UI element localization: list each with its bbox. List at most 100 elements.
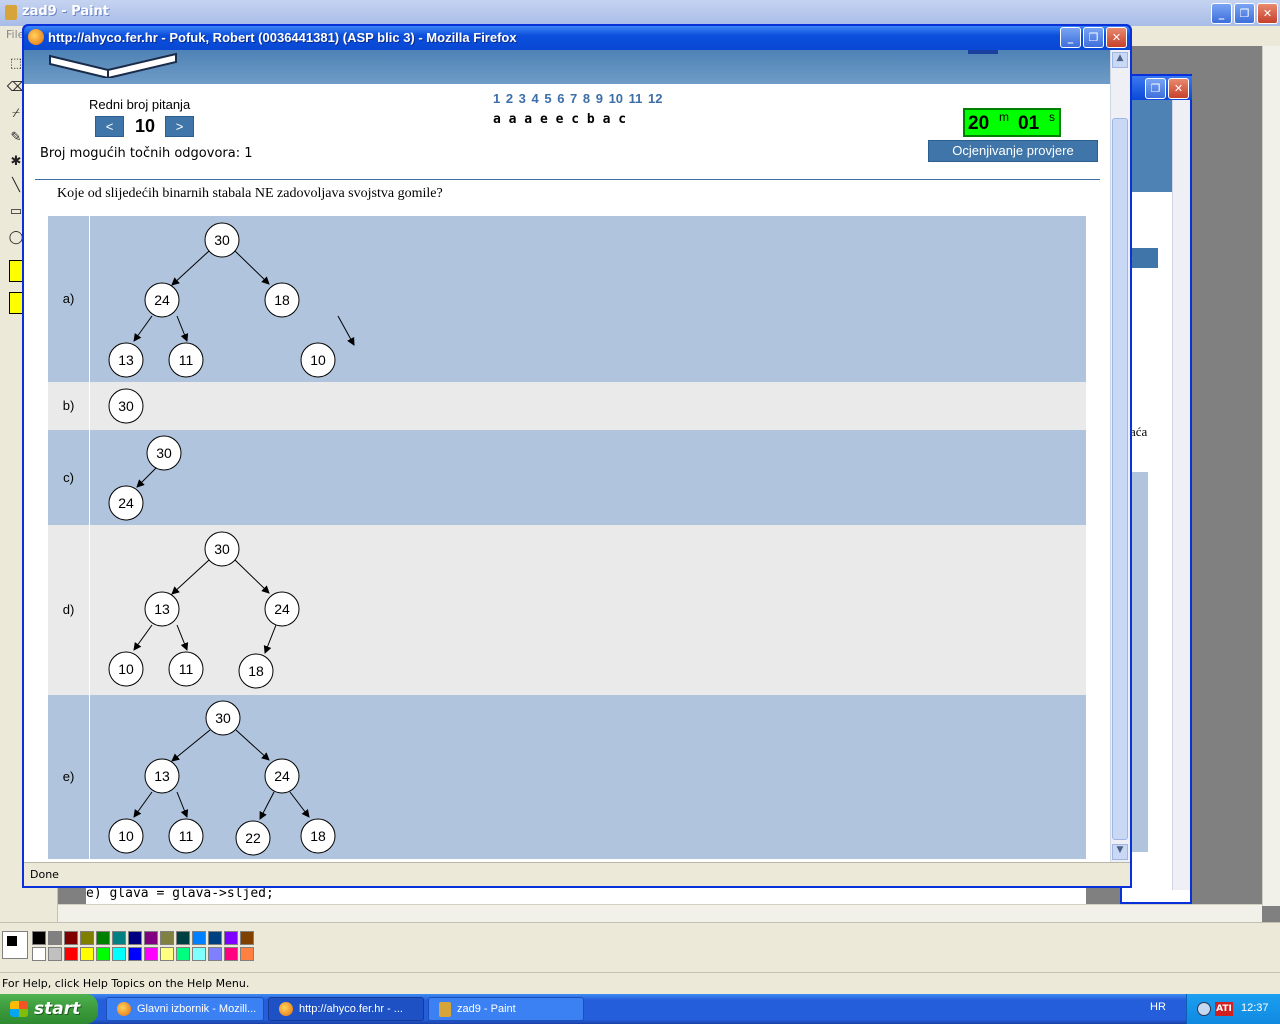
given-answers: a a a e e c b a c [493,112,627,127]
palette-swatch[interactable] [48,947,62,961]
tree-diagram-b: 30 [108,388,144,424]
tree-diagram-a: 30 24 18 13 11 10 [108,222,355,378]
palette-swatch[interactable] [80,947,94,961]
bg-row-band [1130,472,1148,852]
bg-maximize-button[interactable]: ❐ [1145,78,1166,99]
firefox-icon [279,1002,293,1016]
paint-maximize-button[interactable]: ❐ [1234,3,1255,24]
tree-node: 10 [118,828,134,844]
prev-question-button[interactable]: < [95,116,124,137]
palette-swatch[interactable] [32,947,46,961]
palette-swatch[interactable] [48,931,62,945]
palette-swatch[interactable] [112,931,126,945]
next-question-button[interactable]: > [165,116,194,137]
tree-node: 30 [214,232,230,248]
palette-swatch[interactable] [160,947,174,961]
current-question-number: 10 [134,116,156,136]
palette-swatch[interactable] [80,931,94,945]
palette-swatch[interactable] [32,931,46,945]
palette-swatch[interactable] [64,931,78,945]
tree-node: 24 [274,768,290,784]
fill-option-icon[interactable] [9,260,23,282]
timer-seconds-unit: s [1049,110,1055,124]
tree-node: 13 [154,601,170,617]
option-row-b[interactable]: b) 30 [48,382,1086,430]
firefox-window-title: http://ahyco.fer.hr - Pofuk, Robert (003… [48,30,517,45]
option-row-c[interactable]: c) 30 24 [48,430,1086,525]
paint-vertical-scrollbar[interactable] [1262,46,1280,906]
canvas-code-fragment: e) glava = glava->sljed; [86,886,1086,904]
tree-node: 24 [274,601,290,617]
palette-swatch[interactable] [208,947,222,961]
question-links[interactable]: 1 2 3 4 5 6 7 8 9 10 11 12 [493,91,662,106]
taskbar-item-paint[interactable]: zad9 - Paint [428,997,584,1021]
taskbar-item-mozilla[interactable]: Glavni izbornik - Mozill... [106,997,264,1021]
tree-node: 18 [274,292,290,308]
palette-swatch[interactable] [144,947,158,961]
color-palette [0,922,1280,972]
palette-swatch[interactable] [112,947,126,961]
firefox-scroll-thumb[interactable] [1112,118,1128,840]
option-row-e[interactable]: e) 30 13 24 10 11 22 18 [48,695,1086,859]
palette-swatch[interactable] [208,931,222,945]
tree-node: 30 [156,445,172,461]
firefox-statusbar: Done [24,862,1130,886]
question-number-label: Redni broj pitanja [89,97,191,112]
palette-swatch[interactable] [64,947,78,961]
page-header-banner [24,50,1110,84]
tree-node: 13 [118,352,134,368]
ati-icon[interactable]: ATI [1215,1002,1233,1016]
palette-swatch[interactable] [240,947,254,961]
tree-node: 11 [179,661,194,677]
tree-node: 11 [179,352,194,368]
palette-swatch[interactable] [144,931,158,945]
palette-swatch[interactable] [176,947,190,961]
grade-test-button[interactable]: Ocjenjivanje provjere [928,140,1098,162]
tree-node: 24 [154,292,170,308]
system-tray: ATI 12:37 [1186,994,1280,1024]
tree-node: 22 [245,830,261,846]
palette-swatch[interactable] [192,947,206,961]
scroll-down-icon[interactable]: ▼ [1112,844,1128,860]
option-row-a[interactable]: a) 30 24 18 13 11 10 [48,216,1086,382]
option-row-d[interactable]: d) 30 13 24 10 11 18 [48,525,1086,695]
palette-swatch[interactable] [96,931,110,945]
palette-swatch[interactable] [176,931,190,945]
firefox-icon [28,29,44,45]
bg-close-button[interactable]: ✕ [1168,78,1189,99]
paint-close-button[interactable]: ✕ [1257,3,1278,24]
possible-answers-count: Broj mogućih točnih odgovora: 1 [40,146,253,161]
palette-swatch[interactable] [160,931,174,945]
paint-window-title: zad9 - Paint [22,4,110,19]
header-divider [35,179,1100,180]
tree-node: 10 [118,661,134,677]
option-label: a) [48,216,90,382]
palette-swatch[interactable] [96,947,110,961]
start-button[interactable]: start [0,994,98,1024]
scroll-up-icon[interactable]: ▲ [1112,52,1128,68]
firefox-minimize-button[interactable]: _ [1060,27,1081,48]
network-icon[interactable] [1197,1002,1211,1016]
taskbar-item-firefox[interactable]: http://ahyco.fer.hr - ... [268,997,424,1021]
bg-scrollbar[interactable] [1172,100,1190,890]
palette-swatch[interactable] [192,931,206,945]
palette-swatch[interactable] [128,931,142,945]
firefox-close-button[interactable]: ✕ [1106,27,1127,48]
palette-swatch[interactable] [240,931,254,945]
palette-swatch[interactable] [224,931,238,945]
taskbar-item-label: http://ahyco.fer.hr - ... [299,1003,403,1015]
firefox-maximize-button[interactable]: ❐ [1083,27,1104,48]
tree-node: 30 [214,541,230,557]
option-label: b) [48,382,90,430]
palette-swatch[interactable] [224,947,238,961]
tree-diagram-e: 30 13 24 10 11 22 18 [108,700,336,856]
paint-horizontal-scrollbar[interactable] [58,904,1262,922]
fill-option-icon[interactable] [9,292,23,314]
tree-node: 18 [310,828,326,844]
language-indicator[interactable]: HR [1150,1001,1166,1013]
tree-node: 11 [179,828,194,844]
paint-minimize-button[interactable]: _ [1211,3,1232,24]
tree-node: 18 [248,663,264,679]
palette-swatch[interactable] [128,947,142,961]
paint-titlebar [0,0,1280,26]
